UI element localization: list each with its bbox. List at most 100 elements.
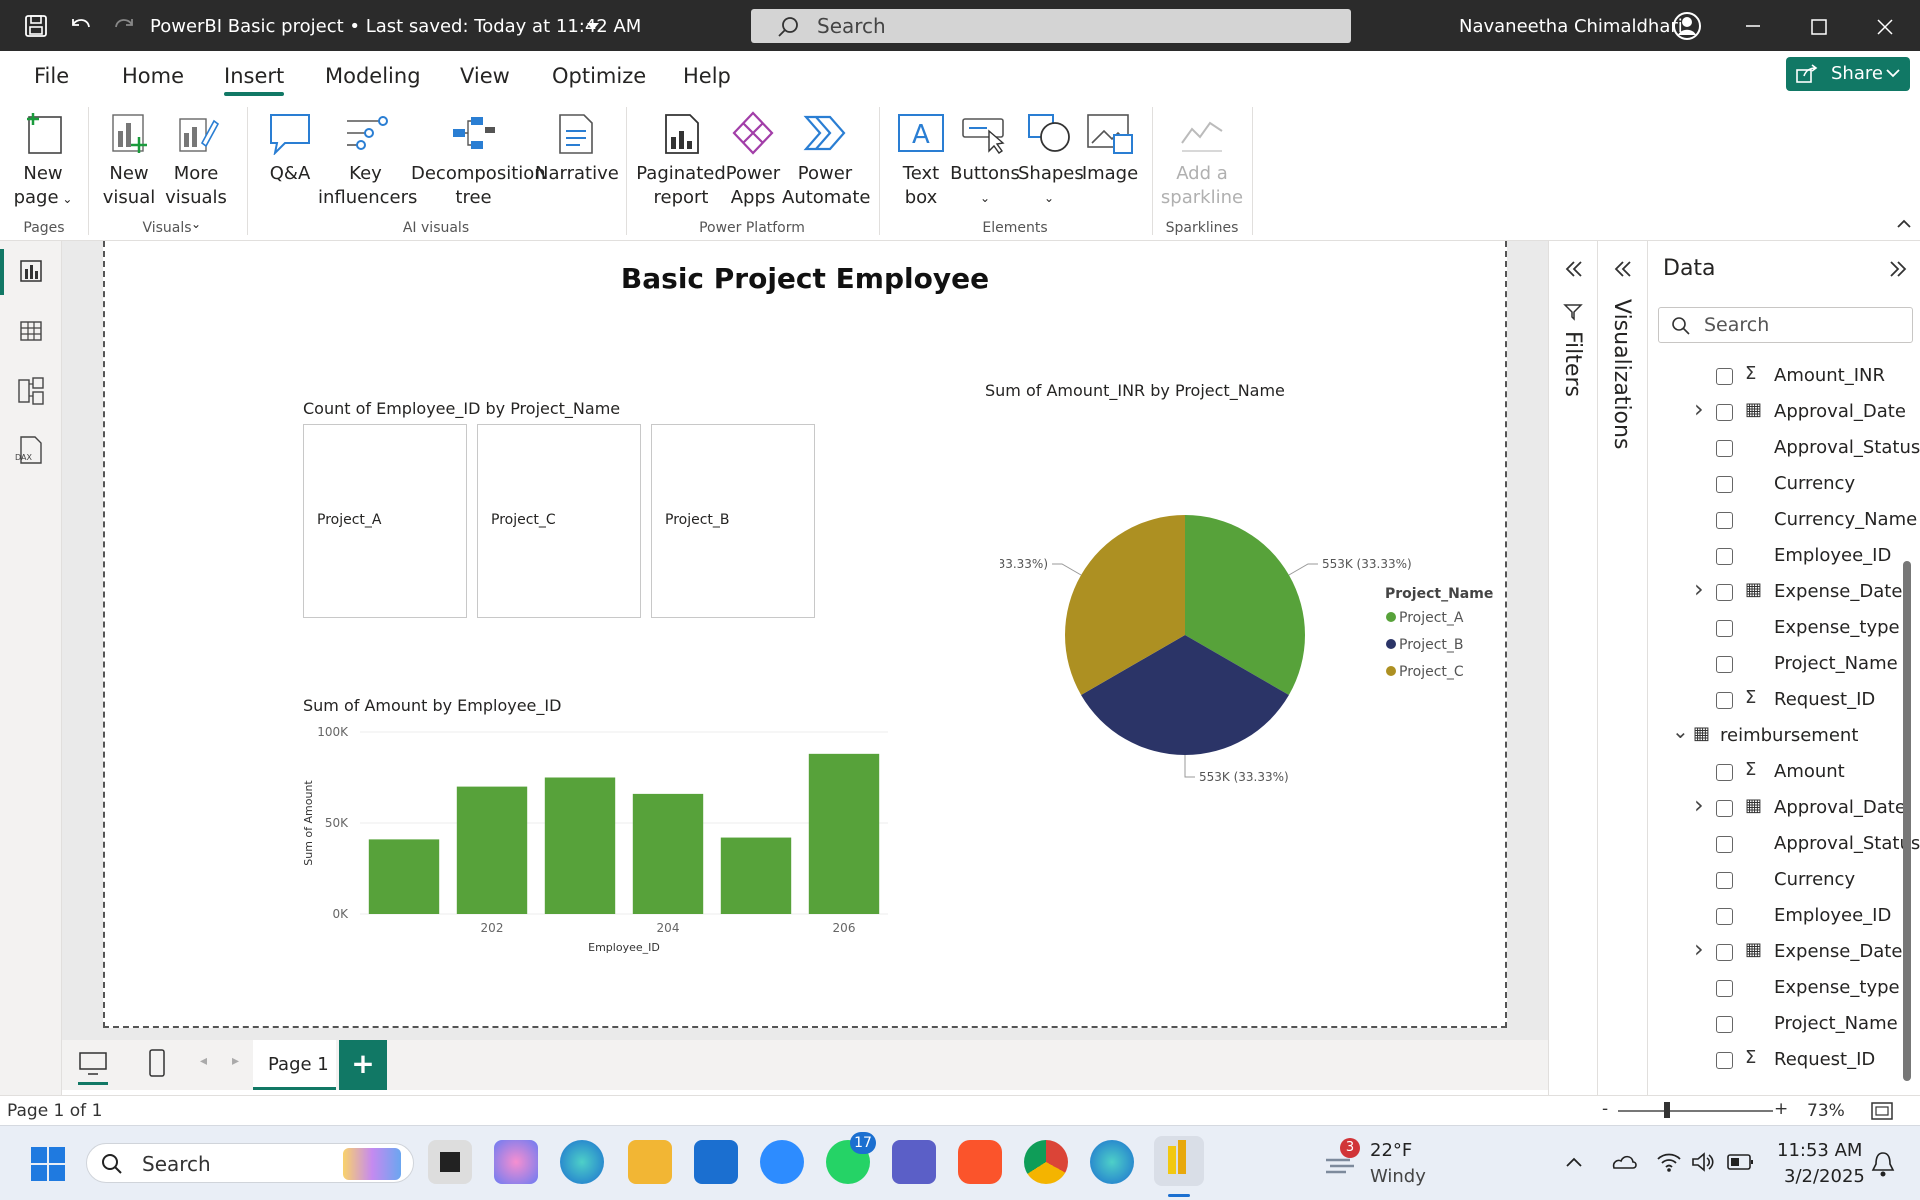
data-search-input[interactable]: Search [1658,307,1913,343]
task-view-icon[interactable] [428,1140,472,1184]
field-item[interactable]: Approval_Status [1648,827,1920,863]
shapes-button[interactable]: Shapes ⌄ [1018,111,1084,210]
field-checkbox[interactable] [1716,764,1733,781]
show-hidden-icons-chevron[interactable] [1565,1156,1583,1168]
field-item[interactable]: › ▦ Expense_Date [1648,935,1918,971]
undo-icon[interactable] [68,13,94,37]
brave-icon[interactable] [958,1140,1002,1184]
decomposition-tree-button[interactable]: Decomposition tree [411,111,546,210]
desktop-layout-icon[interactable] [78,1051,108,1077]
field-item[interactable]: Expense_type [1648,971,1918,1007]
field-checkbox[interactable] [1716,692,1733,709]
zoom-slider-thumb[interactable] [1664,1102,1670,1118]
collapse-chevron-icon[interactable]: ⌄ [1672,719,1689,743]
clock-date[interactable]: 3/2/2025 [1784,1166,1865,1187]
file-explorer-icon[interactable] [628,1140,672,1184]
key-influencers-button[interactable]: Key influencers [318,111,417,210]
copilot-icon[interactable] [494,1140,538,1184]
clock-time[interactable]: 11:53 AM [1777,1140,1862,1161]
more-visuals-button[interactable]: More visuals ⌄ [160,111,232,236]
filters-pane-collapsed[interactable]: Filters [1548,241,1597,1095]
document-title[interactable]: PowerBI Basic project • Last saved: Toda… [150,16,641,37]
field-checkbox[interactable] [1716,368,1733,385]
data-pane-scrollbar[interactable] [1903,561,1911,1081]
project-card[interactable]: Project_C [477,424,641,618]
zoom-level[interactable]: 73% [1807,1101,1845,1121]
project-card[interactable]: Project_B [651,424,815,618]
table-view-icon[interactable] [19,319,43,343]
teams-icon[interactable] [892,1140,936,1184]
field-item[interactable]: Employee_ID [1648,539,1918,575]
pie-chart[interactable]: 553K (33.33%) 553K (33.33%) 553K (33.33%) P… [1000,500,1500,790]
save-icon[interactable] [24,14,48,38]
dax-query-view-icon[interactable]: DAX [15,435,45,465]
bar[interactable] [632,793,704,914]
tab-optimize[interactable]: Optimize [552,64,646,88]
expand-chevron-icon[interactable] [1564,259,1584,279]
expand-chevron-icon[interactable]: › [1694,791,1704,819]
visualizations-pane-collapsed[interactable]: Visualizations [1597,241,1647,1095]
bar-chart[interactable]: 0K 50K 100K 202 204 206 Employee_ID Sum of Amou… [298,720,898,960]
field-checkbox[interactable] [1716,872,1733,889]
collapse-ribbon-icon[interactable] [1897,219,1911,229]
tab-home[interactable]: Home [122,64,184,88]
image-button[interactable]: Image [1078,111,1142,186]
legend-item[interactable]: Project_C [1399,664,1464,680]
model-view-icon[interactable] [17,376,45,406]
new-page-button[interactable]: New page ⌄ [8,111,78,211]
field-item[interactable]: Project_Name [1648,647,1918,683]
field-item[interactable]: Σ Amount_INR [1648,359,1918,395]
report-view-icon[interactable] [19,259,43,283]
field-item[interactable]: › ▦ Approval_Date [1648,791,1918,827]
bar[interactable] [368,839,440,914]
field-checkbox[interactable] [1716,404,1733,421]
minimize-icon[interactable] [1745,18,1761,34]
maximize-icon[interactable] [1811,19,1827,35]
legend-item[interactable]: Project_B [1399,637,1464,653]
tab-file[interactable]: File [34,64,69,88]
wifi-icon[interactable] [1656,1150,1682,1174]
next-page-icon[interactable]: ▸ [232,1053,239,1069]
bar[interactable] [544,777,616,915]
power-bi-icon[interactable] [1154,1136,1204,1186]
bar[interactable] [456,786,528,914]
tab-modeling[interactable]: Modeling [325,64,421,88]
expand-chevron-icon[interactable] [1613,259,1633,279]
user-name[interactable]: Navaneetha Chimaldhari [1459,16,1683,37]
edge-icon[interactable] [560,1140,604,1184]
field-item[interactable]: Project_Name [1648,1007,1918,1043]
expand-chevron-icon[interactable]: › [1694,575,1704,603]
legend-item[interactable]: Project_A [1399,610,1464,626]
field-checkbox[interactable] [1716,1016,1733,1033]
narrative-button[interactable]: Narrative [535,111,619,186]
paginated-report-button[interactable]: Paginated report [636,111,726,210]
zoom-slider-track[interactable] [1618,1110,1773,1112]
field-checkbox[interactable] [1716,548,1733,565]
chevron-down-icon[interactable] [586,22,600,32]
zoom-icon[interactable] [760,1140,804,1184]
field-checkbox[interactable] [1716,620,1733,637]
field-item[interactable]: Currency [1648,863,1918,899]
field-checkbox[interactable] [1716,800,1733,817]
tab-insert[interactable]: Insert [224,64,285,96]
zoom-in-button[interactable]: + [1774,1099,1788,1119]
add-page-button[interactable]: + [339,1040,387,1090]
zoom-out-button[interactable]: - [1602,1099,1608,1119]
onedrive-icon[interactable] [1610,1150,1638,1174]
tab-help[interactable]: Help [683,64,731,88]
bar[interactable] [720,837,792,914]
chrome-icon[interactable] [1024,1140,1068,1184]
field-item[interactable]: Currency_Name [1648,503,1918,539]
field-checkbox[interactable] [1716,656,1733,673]
microsoft-store-icon[interactable] [694,1140,738,1184]
power-apps-button[interactable]: Power Apps [724,111,782,210]
power-automate-button[interactable]: Power Automate [782,111,871,210]
field-checkbox[interactable] [1716,944,1733,961]
buttons-button[interactable]: Buttons ⌄ [950,111,1020,210]
text-box-button[interactable]: A Text box [890,111,952,210]
field-checkbox[interactable] [1716,980,1733,997]
field-item[interactable]: › ▦ Approval_Date [1648,395,1918,431]
field-item[interactable]: Σ Amount [1648,755,1918,791]
share-button[interactable]: Share [1786,57,1910,91]
mobile-layout-icon[interactable] [148,1048,166,1078]
